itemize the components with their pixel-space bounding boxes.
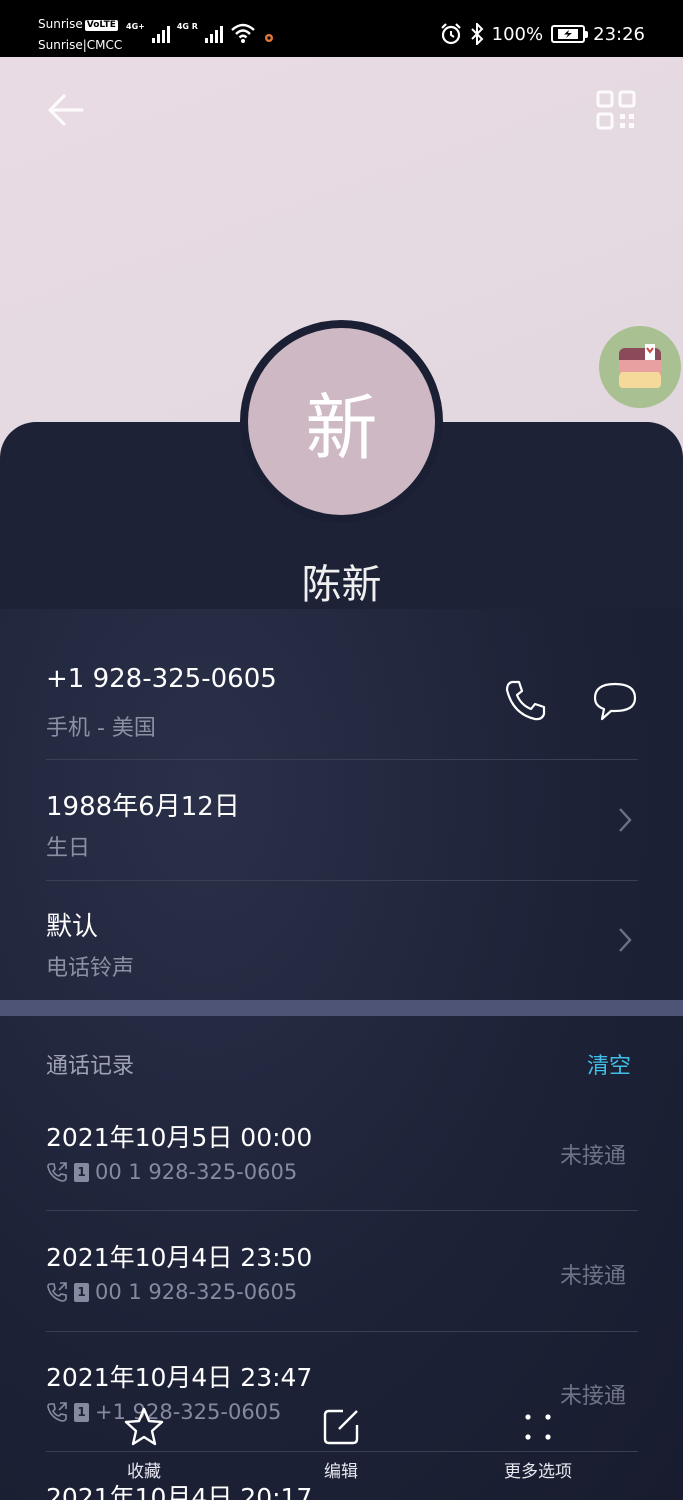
divider (46, 880, 638, 881)
bluetooth-icon (470, 23, 484, 45)
divider (46, 1210, 638, 1211)
chevron-right-icon (619, 928, 632, 952)
call-status: 未接通 (560, 1264, 627, 1289)
divider (46, 759, 638, 760)
bottom-action-bar: 收藏 编辑 更多选项 (0, 1405, 683, 1500)
ringtone-label: 电话铃声 (46, 956, 135, 981)
more-options-label: 更多选项 (504, 1462, 572, 1482)
status-bar: Sunrise VoLTE Sunrise|CMCC 4G+ 4G R 100% … (0, 0, 683, 57)
phone-icon (505, 680, 546, 721)
avatar-initial: 新 (305, 386, 378, 470)
sim-1-icon: 1 (74, 1282, 89, 1302)
status-right: 100% 23:26 (440, 20, 645, 48)
birthday-label: 生日 (46, 836, 91, 861)
favorite-button[interactable]: 收藏 (74, 1405, 214, 1500)
clock: 23:26 (593, 23, 645, 45)
call-date: 2021年10月4日 23:50 (46, 1243, 313, 1272)
message-button[interactable] (590, 676, 640, 726)
call-log-title: 通话记录 (46, 1054, 135, 1079)
network-type-2: 4G R (176, 22, 198, 31)
outgoing-call-icon (47, 1282, 67, 1302)
sim-1-icon: 1 (74, 1162, 89, 1182)
call-number: 00 1 928-325-0605 (95, 1160, 298, 1184)
phone-label: 手机 - 美国 (46, 716, 156, 741)
notification-icon (264, 34, 273, 42)
signal-icon (151, 26, 170, 43)
arrow-left-icon (48, 94, 84, 126)
favorite-label: 收藏 (127, 1462, 161, 1482)
call-date: 2021年10月4日 23:47 (46, 1363, 313, 1392)
call-button[interactable] (500, 676, 550, 726)
signal-group: 4G+ 4G R (126, 20, 276, 44)
star-icon (124, 1407, 164, 1446)
qr-code-button[interactable] (594, 88, 638, 132)
wallet-icon (619, 344, 661, 388)
battery-icon (551, 25, 589, 43)
network-type-1: 4G+ (126, 22, 145, 31)
more-options-button[interactable]: 更多选项 (468, 1405, 608, 1500)
signal-icon (204, 26, 223, 43)
section-separator (0, 1000, 683, 1016)
edit-button[interactable]: 编辑 (271, 1405, 411, 1500)
chevron-right-icon (619, 808, 632, 832)
more-dots-icon (525, 1414, 551, 1440)
call-number-line: 1 00 1 928-325-0605 (46, 1280, 297, 1304)
call-number: 00 1 928-325-0605 (95, 1280, 298, 1304)
edit-label: 编辑 (324, 1462, 358, 1482)
call-status: 未接通 (560, 1144, 627, 1169)
outgoing-call-icon (47, 1162, 67, 1182)
wifi-icon (231, 23, 255, 43)
volte-badge: VoLTE (84, 20, 118, 31)
avatar[interactable]: 新 (240, 320, 443, 523)
call-number-line: 1 00 1 928-325-0605 (46, 1160, 297, 1184)
call-date: 2021年10月5日 00:00 (46, 1123, 313, 1152)
contact-name: 陈新 (301, 562, 382, 608)
ringtone-value: 默认 (46, 912, 99, 942)
divider (46, 1331, 638, 1332)
message-icon (593, 682, 637, 721)
qr-code-icon (596, 90, 636, 130)
carrier-primary: Sunrise VoLTE (38, 17, 118, 31)
floating-app-button[interactable] (599, 326, 681, 408)
battery-percent: 100% (491, 23, 544, 45)
clear-call-log-button[interactable]: 清空 (587, 1048, 631, 1080)
back-button[interactable] (40, 88, 88, 132)
birthday-value: 1988年6月12日 (46, 792, 240, 822)
carrier-secondary: Sunrise|CMCC (38, 38, 123, 52)
phone-number[interactable]: +1 928-325-0605 (46, 664, 277, 694)
edit-icon (323, 1409, 359, 1445)
alarm-icon (440, 23, 461, 45)
